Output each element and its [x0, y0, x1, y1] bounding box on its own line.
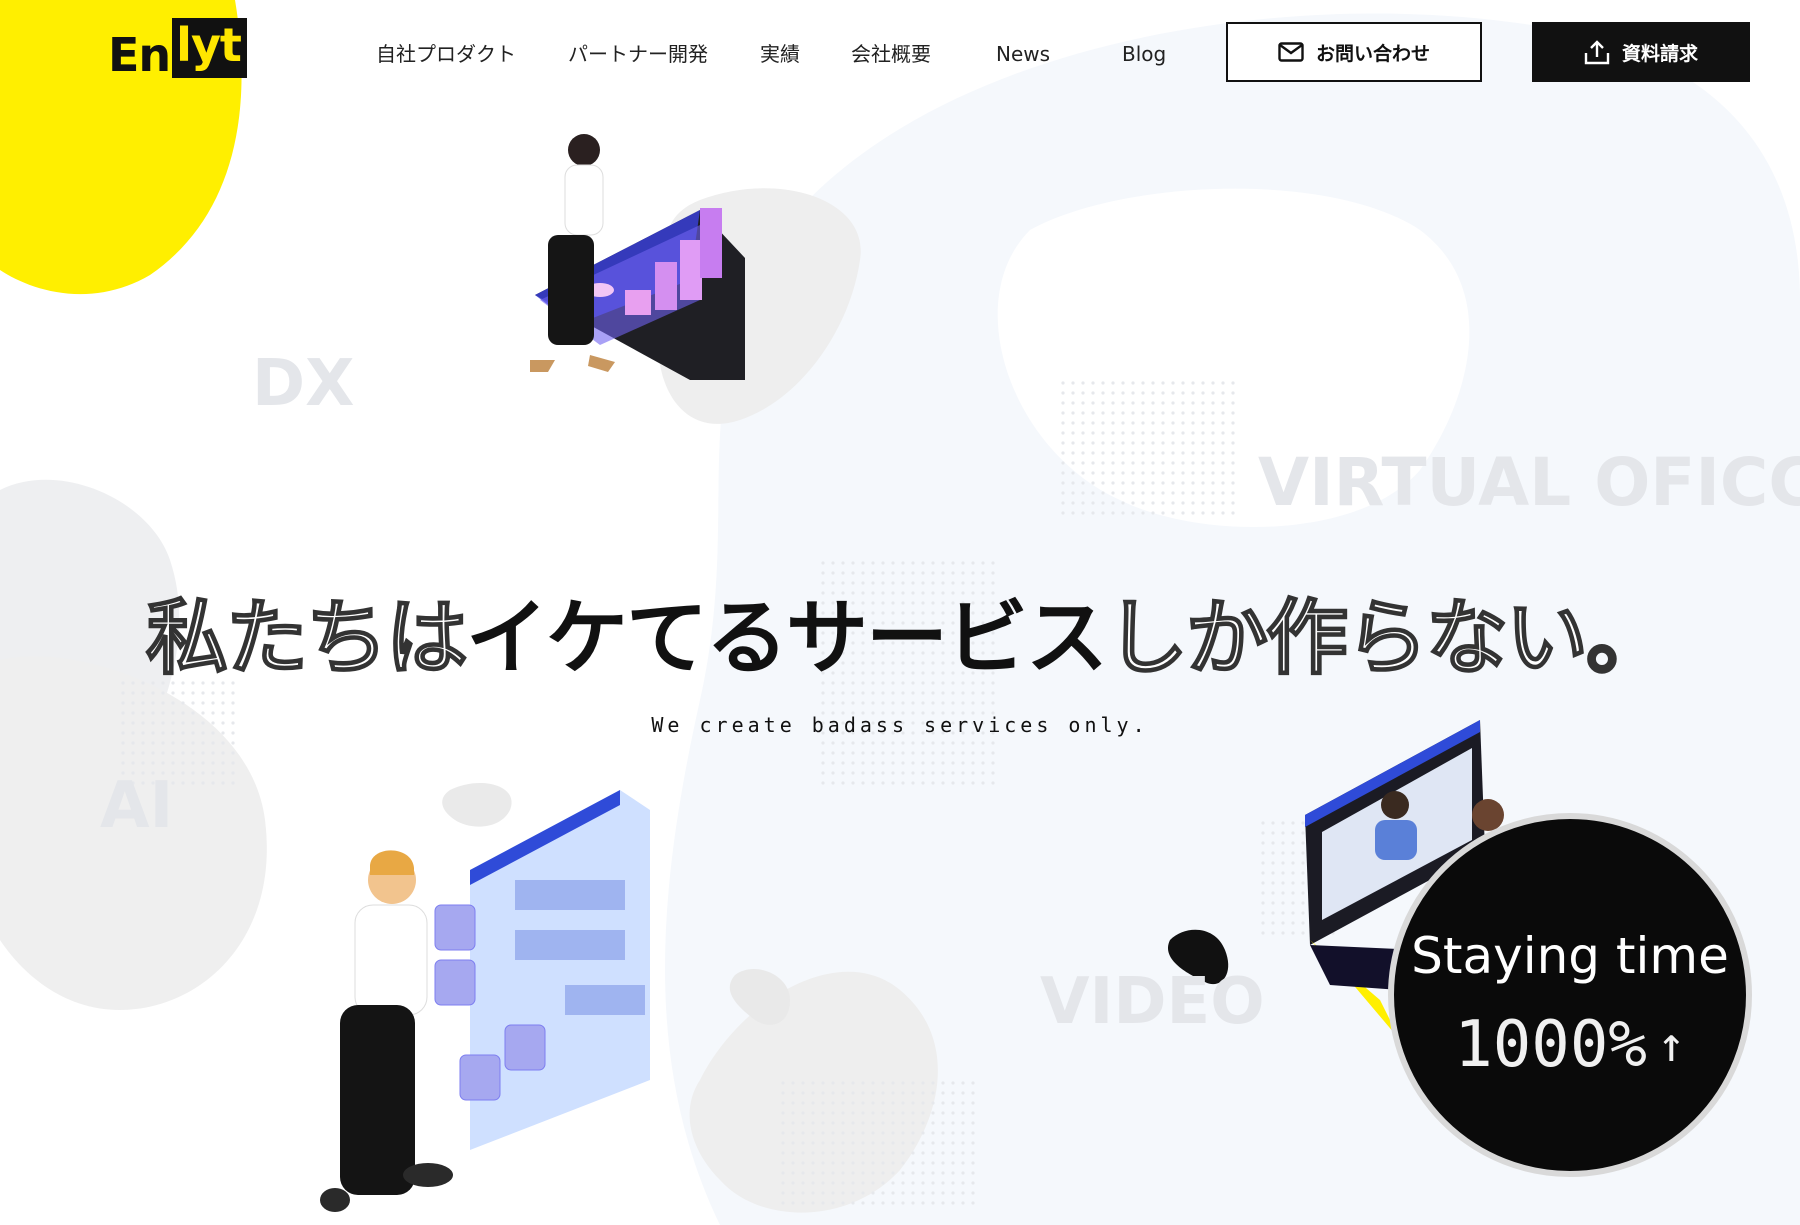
dot-pattern-1 [1060, 380, 1240, 520]
gray-blob-small [442, 782, 512, 827]
arrow-up-icon: ↑ [1656, 1017, 1686, 1073]
upload-icon [1584, 40, 1610, 65]
nav-item-works[interactable]: 実績 [760, 37, 800, 71]
hero-headline: 私たちはイケてるサービスしか作らない。 [145, 597, 1669, 681]
nav-item-company[interactable]: 会社概要 [851, 37, 931, 71]
hero-subheadline: We create badass services only. [651, 713, 1149, 737]
ui-designer-illustration [320, 790, 650, 1212]
headline-part-3: しか作らない。 [1105, 591, 1669, 686]
request-materials-button[interactable]: 資料請求 [1532, 22, 1750, 82]
bg-word-virtual-office: VIRTUAL OFICCE [1258, 444, 1800, 521]
stat-label: Staying time [1411, 927, 1729, 985]
mail-icon [1278, 42, 1304, 62]
logo-text-boxed: lyt [172, 18, 247, 78]
logo-text-plain: En [108, 28, 171, 82]
dot-pattern-5 [780, 1080, 980, 1210]
headline-part-2: イケてるサービス [466, 591, 1108, 686]
bg-word-video: VIDEO [1040, 965, 1265, 1039]
stat-value: 1000% [1454, 1008, 1647, 1082]
headline-part-1: 私たちは [145, 591, 469, 686]
nav-item-partner-dev[interactable]: パートナー開発 [568, 37, 708, 71]
chart-analyst-illustration [530, 134, 745, 380]
nav-item-news[interactable]: News [996, 37, 1050, 71]
bg-word-dx: DX [252, 347, 355, 421]
nav-item-blog[interactable]: Blog [1122, 37, 1166, 71]
staying-time-badge: Staying time 1000% ↑ [1388, 813, 1752, 1177]
contact-button[interactable]: お問い合わせ [1226, 22, 1482, 82]
bg-word-ai: AI [100, 769, 174, 843]
nav-item-products[interactable]: 自社プロダクト [376, 37, 516, 71]
enlyt-logo[interactable]: En lyt [108, 18, 247, 78]
contact-button-label: お問い合わせ [1315, 42, 1430, 65]
request-button-label: 資料請求 [1621, 42, 1698, 65]
stat-value-row: 1000% ↑ [1454, 1013, 1686, 1077]
